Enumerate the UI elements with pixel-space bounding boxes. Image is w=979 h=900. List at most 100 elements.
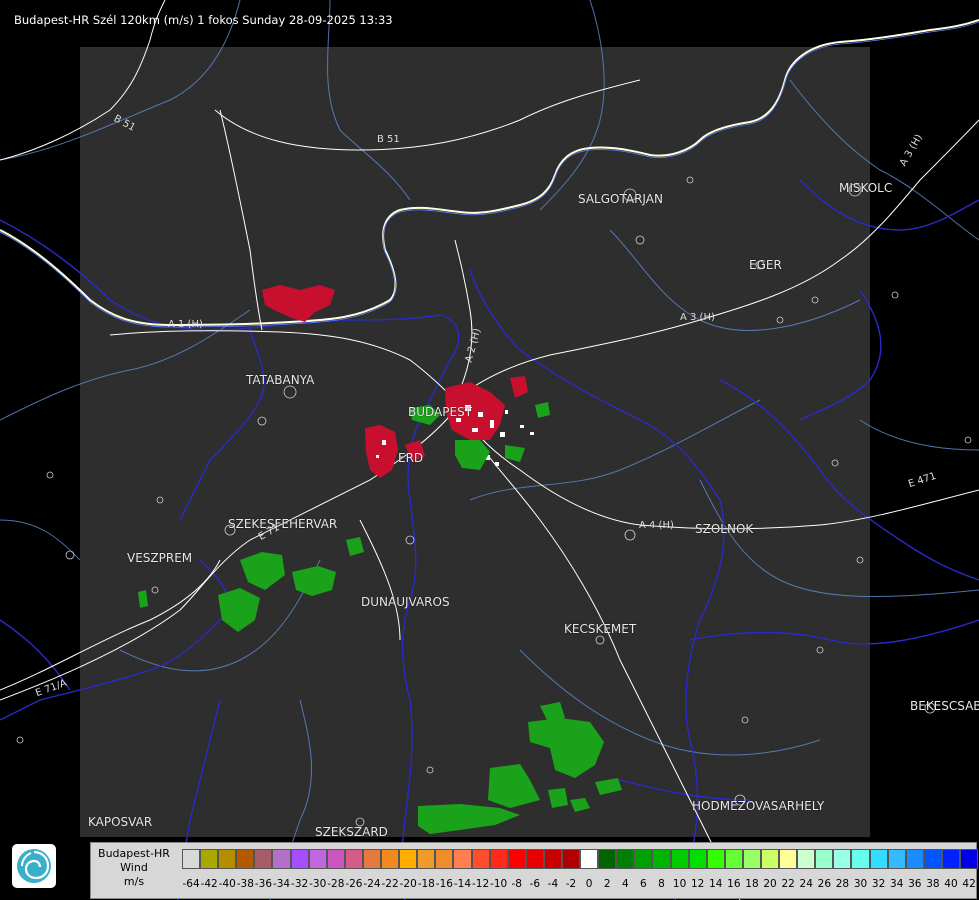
legend-swatch	[471, 849, 490, 869]
legend-tick-label: -42	[200, 878, 218, 890]
legend-ticks: -64 -42 -40 -38 -36 -34 -32 -30 -28 -26 -24 -22 -20-…	[182, 878, 978, 890]
met-service-logo-icon	[12, 844, 56, 888]
legend-tick-label: 4	[621, 878, 629, 890]
legend-swatch	[453, 849, 472, 869]
legend-swatch	[887, 849, 906, 869]
legend-tick-label: 14	[709, 878, 723, 890]
legend-tick-label: -38	[236, 878, 254, 890]
legend-swatch	[761, 849, 780, 869]
legend-swatch	[326, 849, 345, 869]
legend-tick-label: 32	[871, 878, 886, 890]
legend-swatch	[797, 849, 816, 869]
legend-swatch	[652, 849, 671, 869]
legend-swatch	[489, 849, 508, 869]
road-label-a1: A 1 (H)	[168, 319, 203, 330]
legend-tick-label: 42	[962, 878, 976, 890]
legend-title-radar: Budapest-HR	[98, 847, 170, 860]
legend-swatch	[688, 849, 707, 869]
legend-tick-label: 0	[585, 878, 593, 890]
legend-tick-label: -16	[435, 878, 453, 890]
legend-swatch	[905, 849, 924, 869]
legend-tick-label: -24	[363, 878, 381, 890]
road-label-a3: A 3 (H)	[680, 312, 715, 323]
city-label-erd: ERD	[398, 451, 424, 465]
city-label-miskolc: MISKOLC	[839, 181, 893, 195]
legend-tick-label: -34	[272, 878, 291, 890]
city-label-bekescsaba: BEKESCSABA	[910, 699, 979, 713]
legend-swatch	[779, 849, 798, 869]
city-label-szolnok: SZOLNOK	[695, 522, 754, 536]
legend-tick-label: -40	[218, 878, 236, 890]
legend-tick-label: 16	[727, 878, 741, 890]
legend-tick-label: 12	[690, 878, 705, 890]
legend-swatch	[290, 849, 309, 869]
legend-swatch	[381, 849, 400, 869]
legend-swatch	[598, 849, 617, 869]
legend-swatch	[724, 849, 743, 869]
city-label-kecskemet: KECSKEMET	[564, 622, 637, 636]
legend-tick-label: 18	[745, 878, 759, 890]
road-label-b51: B 51	[377, 134, 400, 145]
legend-swatch	[634, 849, 653, 869]
legend-swatch	[670, 849, 689, 869]
legend-swatch	[543, 849, 562, 869]
city-label-szekesfehervar: SZEKESFEHERVAR	[228, 517, 338, 531]
city-label-tatabanya: TATABANYA	[246, 373, 315, 387]
legend-swatch	[960, 849, 979, 869]
legend-swatch	[869, 849, 888, 869]
legend-swatch	[525, 849, 544, 869]
city-label-hodmezovasarhely: HODMEZOVASARHELY	[692, 799, 825, 813]
legend-tick-label: 6	[640, 878, 647, 890]
city-label-salgotarjan: SALGOTARJAN	[578, 192, 663, 206]
legend-tick-label: -18	[417, 878, 435, 890]
legend-tick-label: -32	[291, 878, 309, 890]
legend-swatch	[815, 849, 834, 869]
legend-swatch	[742, 849, 761, 869]
road-label-a4: A 4 (H)	[639, 520, 674, 531]
city-label-kaposvar: KAPOSVAR	[88, 815, 153, 829]
legend-swatch	[254, 849, 273, 869]
legend-tick-label: -14	[453, 878, 472, 890]
legend-tick-label: 34	[890, 878, 904, 890]
legend-swatch	[706, 849, 725, 869]
legend-tick-label: -22	[381, 878, 399, 890]
legend-tick-label: 2	[603, 878, 611, 890]
legend-swatch	[851, 849, 870, 869]
legend-swatch	[561, 849, 581, 869]
legend-swatch	[344, 849, 363, 869]
legend-swatch	[435, 849, 454, 869]
legend-swatches	[182, 849, 979, 869]
legend-swatch	[417, 849, 436, 869]
city-label-dunaujvaros: DUNAUJVAROS	[361, 595, 450, 609]
legend-tick-label: -12	[471, 878, 490, 890]
legend-swatch	[272, 849, 291, 869]
city-label-eger: EGER	[749, 258, 782, 272]
legend-swatch	[941, 849, 961, 869]
map-title: Budapest-HR Szél 120km (m/s) 1 fokos Sun…	[14, 13, 393, 27]
legend-title-product: Wind	[120, 861, 148, 874]
city-label-veszprem: VESZPREM	[127, 551, 193, 565]
legend-tick-label: -8	[511, 878, 522, 890]
color-legend: Budapest-HR Wind m/s -64 -42 -40 -38 -36 -34-…	[90, 842, 979, 899]
legend-tick-label: -64	[182, 878, 200, 890]
legend-title: Budapest-HR Wind m/s	[91, 847, 177, 889]
legend-tick-label: 20	[763, 878, 777, 890]
legend-swatch	[507, 849, 526, 869]
legend-swatch	[616, 849, 635, 869]
legend-swatch	[923, 849, 942, 869]
legend-swatch	[200, 849, 219, 869]
legend-tick-label: 10	[672, 878, 687, 890]
legend-tick-label: -26	[345, 878, 363, 890]
legend-tick-label: 36	[908, 878, 922, 890]
legend-swatch	[236, 849, 255, 869]
legend-swatch	[218, 849, 237, 869]
legend-swatch	[308, 849, 327, 869]
legend-title-unit: m/s	[123, 875, 145, 888]
legend-tick-label: -4	[547, 878, 559, 890]
radar-map	[0, 0, 979, 900]
legend-tick-label: -30	[309, 878, 327, 890]
legend-tick-label: -36	[254, 878, 272, 890]
legend-swatch	[362, 849, 382, 869]
legend-tick-label: -28	[327, 878, 345, 890]
legend-tick-label: -2	[565, 878, 577, 890]
